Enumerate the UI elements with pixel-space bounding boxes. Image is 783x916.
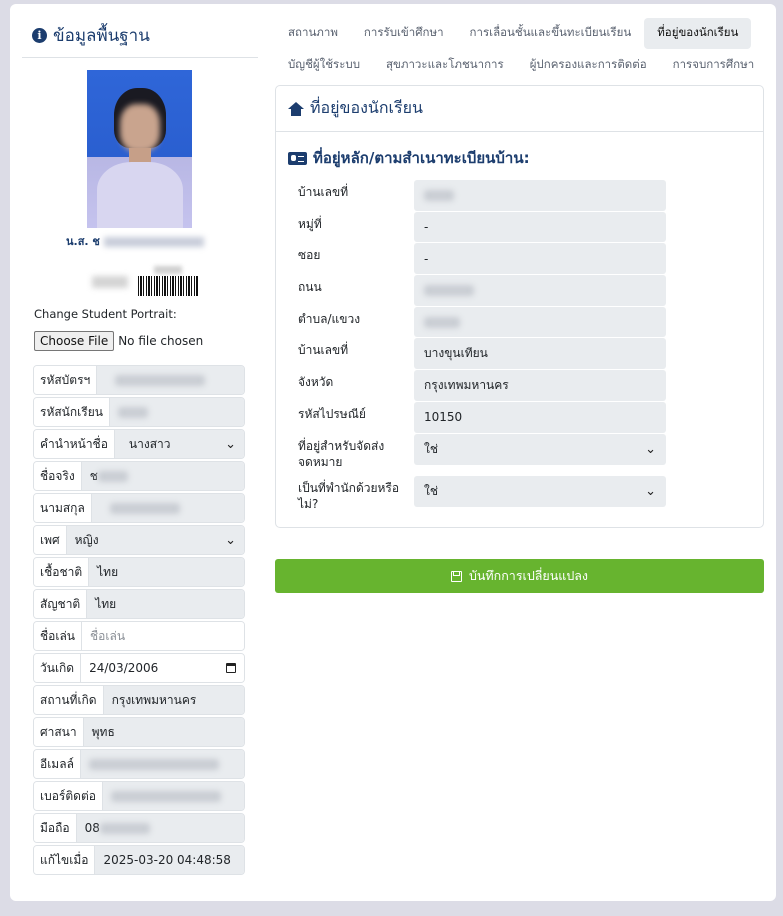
portrait-label: Change Student Portrait:: [34, 307, 177, 321]
field-nationality[interactable]: สัญชาติ ไทย: [33, 589, 245, 619]
last-name-input[interactable]: [91, 494, 244, 522]
portrait-file-input[interactable]: Choose File No file chosen: [34, 331, 203, 351]
info-icon: i: [32, 28, 47, 43]
address-row: บ้านเลขที่ บางขุนเทียน: [298, 338, 666, 370]
first-name-input[interactable]: ช: [81, 462, 244, 490]
title-prefix-select[interactable]: นางสาว ⌄: [114, 430, 244, 458]
field-id-card[interactable]: รหัสบัตรฯ: [33, 365, 245, 395]
divider: [22, 57, 258, 58]
province-input[interactable]: กรุงเทพมหานคร: [414, 370, 666, 401]
address-panel-header: ที่อยู่ของนักเรียน: [276, 86, 763, 132]
field-nickname[interactable]: ชื่อเล่น ชื่อเล่น: [33, 621, 245, 651]
address-panel: ที่อยู่ของนักเรียน ที่อยู่หลัก/ตามสำเนาท…: [275, 85, 764, 528]
field-student-id[interactable]: รหัสนักเรียน: [33, 397, 245, 427]
id-card-icon: [288, 151, 307, 165]
chevron-down-icon: ⌄: [225, 532, 236, 548]
id-card-input[interactable]: [97, 366, 244, 394]
save-icon: [450, 570, 462, 582]
subdistrict-input[interactable]: [414, 306, 666, 338]
mailing-address-select[interactable]: ใช่ ⌄: [414, 433, 666, 465]
address-row: ซอย -: [298, 243, 666, 275]
student-name: น.ส. ช: [66, 232, 226, 250]
save-changes-button[interactable]: บันทึกการเปลี่ยนแปลง: [275, 559, 764, 593]
address-row: ที่อยู่สำหรับจัดส่งจดหมาย ใช่ ⌄: [298, 433, 666, 476]
field-first-name[interactable]: ชื่อจริง ช: [33, 461, 245, 491]
basic-info-fields: รหัสบัตรฯ รหัสนักเรียน คำนำหน้าชื่อ นางส…: [33, 365, 245, 877]
road-input[interactable]: [414, 275, 666, 306]
updated-at-value: 2025-03-20 04:48:58: [95, 846, 244, 874]
student-barcode: [92, 266, 222, 296]
field-updated-at: แก้ไขเมื่อ 2025-03-20 04:48:58: [33, 845, 245, 875]
tab-admission[interactable]: การรับเข้าศึกษา: [351, 18, 457, 49]
residence-select[interactable]: ใช่ ⌄: [414, 475, 666, 507]
field-phone[interactable]: เบอร์ติดต่อ: [33, 781, 245, 811]
address-row: เป็นที่พำนักด้วยหรือไม่? ใช่ ⌄: [298, 475, 666, 518]
birthdate-input[interactable]: 24/03/2006: [81, 654, 244, 682]
address-fields: บ้านเลขที่ หมู่ที่ - ซอย - ถนน ตำบล/แขวง…: [298, 180, 666, 518]
home-icon: [288, 101, 304, 116]
field-birthdate[interactable]: วันเกิด 24/03/2006: [33, 653, 245, 683]
field-last-name[interactable]: นามสกุล: [33, 493, 245, 523]
field-race[interactable]: เชื้อชาติ ไทย: [33, 557, 245, 587]
soi-input[interactable]: -: [414, 243, 666, 275]
field-email[interactable]: อีเมลล์: [33, 749, 245, 779]
chevron-down-icon: ⌄: [225, 436, 236, 452]
student-id-input[interactable]: [109, 398, 244, 426]
nickname-input[interactable]: ชื่อเล่น: [82, 622, 244, 650]
address-row: จังหวัด กรุงเทพมหานคร: [298, 370, 666, 402]
field-religion[interactable]: ศาสนา พุทธ: [33, 717, 245, 747]
tab-graduation[interactable]: การจบการศึกษา: [660, 50, 768, 81]
birthplace-input[interactable]: กรุงเทพมหานคร: [103, 686, 244, 714]
gender-select[interactable]: หญิง ⌄: [66, 526, 244, 554]
address-row: รหัสไปรษณีย์ 10150: [298, 401, 666, 434]
field-title-prefix[interactable]: คำนำหน้าชื่อ นางสาว ⌄: [33, 429, 245, 459]
address-row: ถนน: [298, 275, 666, 307]
nationality-input[interactable]: ไทย: [87, 590, 244, 618]
address-subheading: ที่อยู่หลัก/ตามสำเนาทะเบียนบ้าน:: [288, 146, 530, 170]
chevron-down-icon: ⌄: [645, 483, 656, 499]
tab-address[interactable]: ที่อยู่ของนักเรียน: [644, 17, 752, 49]
district-input[interactable]: บางขุนเทียน: [414, 338, 666, 370]
postcode-input[interactable]: 10150: [414, 401, 666, 433]
house-number-input[interactable]: [414, 180, 666, 211]
address-row: ตำบล/แขวง: [298, 306, 666, 339]
field-gender[interactable]: เพศ หญิง ⌄: [33, 525, 245, 555]
chevron-down-icon: ⌄: [645, 441, 656, 457]
choose-file-button[interactable]: Choose File: [34, 331, 115, 351]
mobile-input[interactable]: 08: [76, 814, 244, 842]
religion-input[interactable]: พุทธ: [83, 718, 244, 746]
address-panel-title: ที่อยู่ของนักเรียน: [310, 98, 423, 117]
race-input[interactable]: ไทย: [89, 558, 244, 586]
tab-status[interactable]: สถานภาพ: [275, 18, 351, 49]
address-row: บ้านเลขที่: [298, 180, 666, 212]
moo-input[interactable]: -: [414, 211, 666, 243]
phone-input[interactable]: [102, 782, 244, 810]
basic-info-title: ข้อมูลพื้นฐาน: [53, 26, 150, 46]
tab-guardian[interactable]: ผู้ปกครองและการติดต่อ: [517, 50, 660, 81]
tab-promotion[interactable]: การเลื่อนชั้นและขึ้นทะเบียนเรียน: [457, 18, 645, 49]
student-portrait: [87, 70, 192, 228]
file-status: No file chosen: [118, 334, 204, 348]
tab-health[interactable]: สุขภาวะและโภชนาการ: [373, 50, 517, 81]
field-mobile[interactable]: มือถือ 08: [33, 813, 245, 843]
calendar-icon[interactable]: [226, 663, 236, 673]
profile-tabs: สถานภาพ การรับเข้าศึกษา การเลื่อนชั้นและ…: [275, 17, 775, 81]
tab-user-account[interactable]: บัญชีผู้ใช้ระบบ: [275, 50, 373, 81]
field-birthplace[interactable]: สถานที่เกิด กรุงเทพมหานคร: [33, 685, 245, 715]
basic-info-heading: i ข้อมูลพื้นฐาน: [32, 22, 258, 49]
address-row: หมู่ที่ -: [298, 211, 666, 244]
email-input[interactable]: [80, 750, 244, 778]
